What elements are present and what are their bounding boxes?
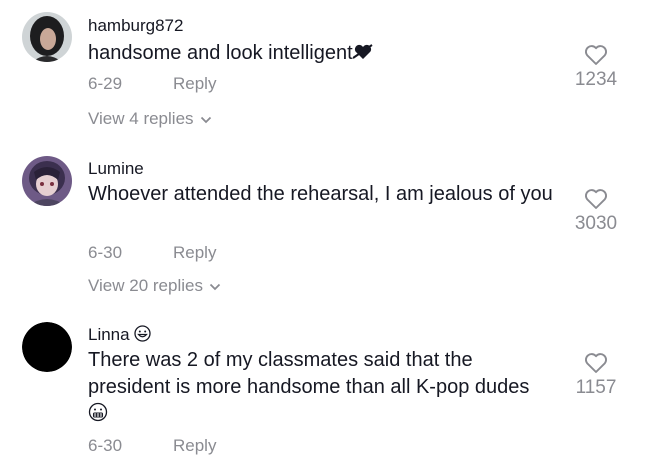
comment-item: Lumine Whoever attended the rehearsal, I… — [0, 150, 645, 310]
like-group: 1157 — [561, 352, 631, 399]
view-replies-button[interactable]: View 20 replies — [88, 276, 221, 296]
chevron-down-icon — [200, 116, 211, 123]
like-count: 1157 — [575, 377, 617, 398]
heart-icon[interactable] — [584, 352, 608, 374]
comment-meta: 6-30 Reply — [88, 436, 216, 456]
like-count: 3030 — [574, 213, 618, 234]
comment-text: handsome and look intelligent — [88, 40, 558, 69]
comment-date: 6-30 — [88, 436, 123, 455]
comment-item: Linna There was 2 of my classmates said … — [0, 310, 645, 469]
reply-button[interactable]: Reply — [173, 436, 216, 456]
comment-meta: 6-30 Reply — [88, 243, 216, 263]
comment-meta: 6-29 Reply — [88, 74, 216, 94]
grinning-face-emoji-icon — [134, 325, 151, 347]
comment-text-content: There was 2 of my classmates said that t… — [88, 349, 530, 398]
like-group: 3030 — [561, 188, 631, 235]
avatar[interactable] — [22, 322, 72, 372]
comment-text: There was 2 of my classmates said that t… — [88, 347, 558, 430]
view-replies-label: View 4 replies — [88, 109, 194, 128]
reply-button[interactable]: Reply — [173, 243, 216, 263]
comment-text: Whoever attended the rehearsal, I am jea… — [88, 183, 553, 205]
heart-icon[interactable] — [584, 188, 608, 210]
comment-username[interactable]: Linna — [88, 325, 151, 347]
user-avatar-icon — [22, 12, 72, 62]
heart-arrow-emoji-icon — [352, 42, 373, 69]
reply-button[interactable]: Reply — [173, 74, 216, 94]
avatar[interactable] — [22, 12, 72, 62]
comment-username[interactable]: hamburg872 — [88, 16, 183, 36]
comment-text-content: handsome and look intelligent — [88, 42, 353, 64]
like-count: 1234 — [574, 69, 618, 90]
grimacing-face-emoji-icon — [88, 402, 108, 430]
comment-username[interactable]: Lumine — [88, 159, 144, 179]
heart-icon[interactable] — [584, 44, 608, 66]
chevron-down-icon — [209, 283, 221, 290]
comment-date: 6-29 — [88, 74, 123, 93]
black-circle-avatar-icon — [22, 322, 72, 372]
view-replies-label: View 20 replies — [88, 276, 203, 295]
comment-date: 6-30 — [88, 243, 123, 262]
username-text: Linna — [88, 325, 130, 344]
anime-character-avatar-icon — [22, 156, 72, 206]
comment-item: hamburg872 handsome and look intelligent… — [0, 0, 645, 150]
avatar[interactable] — [22, 156, 72, 206]
like-group: 1234 — [561, 44, 631, 91]
view-replies-button[interactable]: View 4 replies — [88, 109, 212, 129]
